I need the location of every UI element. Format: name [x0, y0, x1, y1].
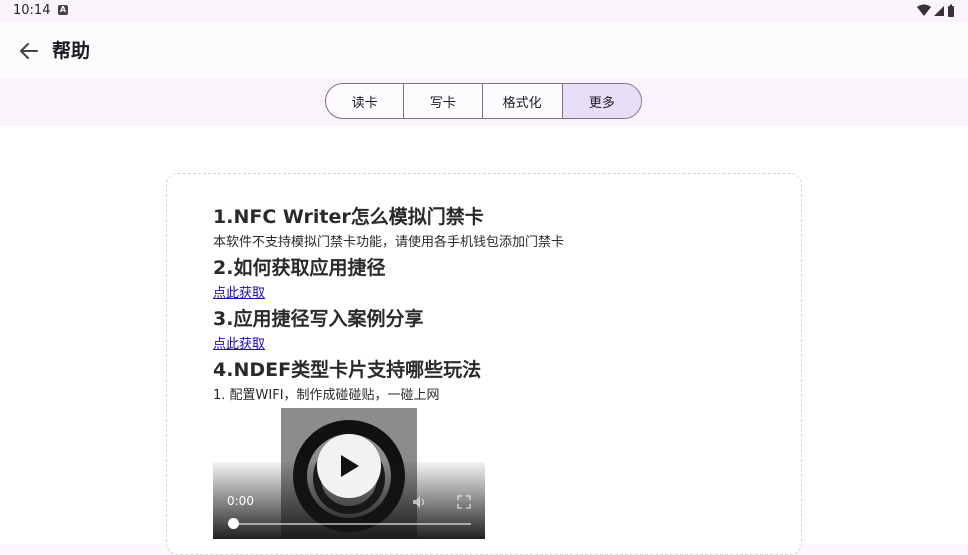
help-card: 1.NFC Writer怎么模拟门禁卡 本软件不支持模拟门禁卡功能，请使用各手机…	[166, 173, 802, 555]
app-bar: 帮助	[0, 22, 968, 78]
page-title: 帮助	[52, 40, 91, 62]
faq-title-3: 3.应用捷径写入案例分享	[213, 308, 424, 330]
status-time: 10:14	[13, 3, 51, 18]
faq-title-1: 1.NFC Writer怎么模拟门禁卡	[213, 206, 484, 228]
faq-title-4: 4.NDEF类型卡片支持哪些玩法	[213, 359, 482, 381]
play-icon	[341, 455, 359, 477]
wifi-icon	[917, 4, 931, 16]
help-document: 1.NFC Writer怎么模拟门禁卡 本软件不支持模拟门禁卡功能，请使用各手机…	[213, 204, 773, 539]
fullscreen-icon[interactable]	[457, 494, 471, 513]
tab-bar-container: 读卡 写卡 格式化 更多	[0, 78, 968, 126]
battery-icon	[948, 4, 954, 17]
faq-title-2: 2.如何获取应用捷径	[213, 257, 386, 279]
faq-answer-1: 本软件不支持模拟门禁卡功能，请使用各手机钱包添加门禁卡	[213, 235, 565, 250]
faq-answer-4: 1. 配置WIFI，制作成碰碰贴，一碰上网	[213, 388, 440, 403]
shortcut-get-link[interactable]: 点此获取	[213, 281, 773, 306]
status-icons	[916, 4, 956, 18]
notification-icon: A	[58, 5, 68, 15]
case-share-link[interactable]: 点此获取	[213, 332, 773, 357]
video-progress-knob[interactable]	[228, 518, 239, 529]
video-time: 0:00	[227, 494, 254, 508]
segmented-tabs: 读卡 写卡 格式化 更多	[325, 83, 642, 119]
tab-write[interactable]: 写卡	[403, 84, 481, 118]
video-progress-track[interactable]	[233, 523, 471, 525]
arrow-left-icon[interactable]	[18, 40, 40, 62]
tab-read[interactable]: 读卡	[326, 84, 403, 118]
play-button[interactable]	[317, 434, 381, 498]
tab-format[interactable]: 格式化	[481, 84, 562, 118]
tab-more[interactable]: 更多	[561, 84, 641, 118]
video-player[interactable]: 0:00	[213, 408, 485, 539]
content-area: 1.NFC Writer怎么模拟门禁卡 本软件不支持模拟门禁卡功能，请使用各手机…	[0, 126, 968, 555]
status-bar: 10:14 A	[0, 0, 968, 22]
signal-icon	[934, 6, 944, 16]
volume-icon[interactable]	[412, 494, 426, 513]
